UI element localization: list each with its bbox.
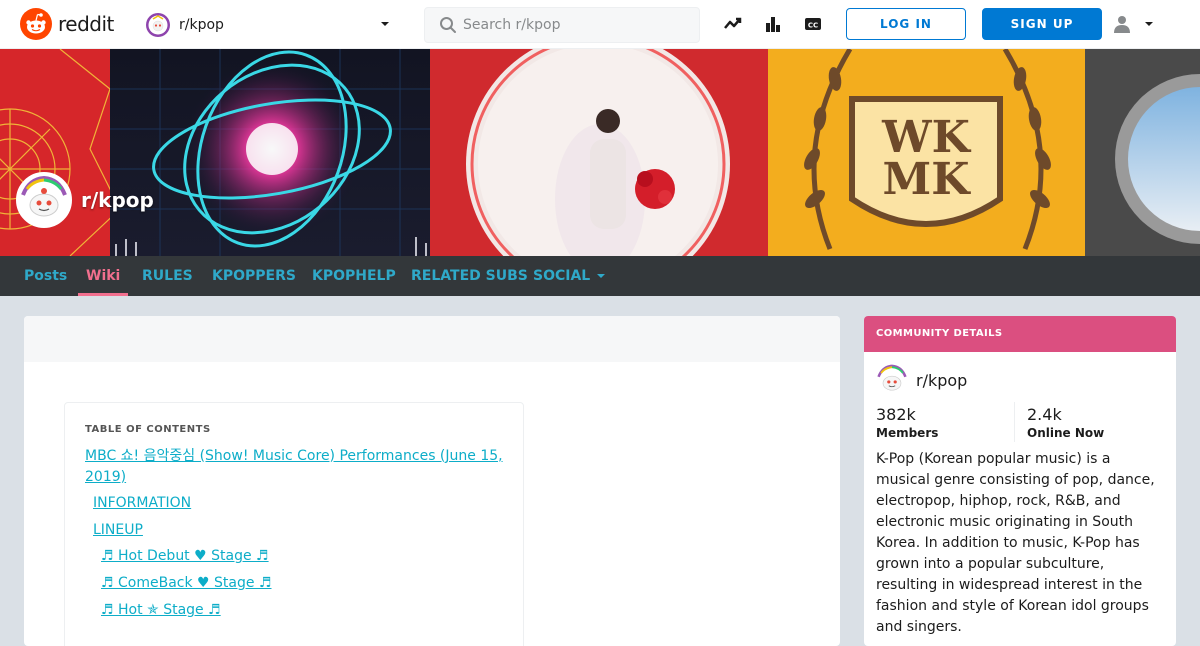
banner-community-title: r/kpop (16, 172, 154, 228)
members-count: 382k (876, 405, 916, 424)
table-of-contents: TABLE OF CONTENTS MBC 쇼! 음악중심 (Show! Mus… (64, 402, 524, 646)
wiki-header-bar (24, 316, 840, 362)
banner-panel-text-2: MK (883, 154, 972, 205)
chevron-down-icon (381, 22, 389, 26)
community-details-header: COMMUNITY DETAILS (864, 316, 1176, 352)
community-description: K-Pop (Korean popular music) is a musica… (876, 451, 1155, 635)
sidebar-community-name: r/kpop (916, 370, 968, 390)
svg-text:CC: CC (808, 22, 818, 30)
nav-tab-social[interactable]: SOCIAL (533, 256, 606, 296)
nav-tab-kpoppers[interactable]: KPOPPERS (212, 256, 296, 296)
nav-tab-kpophelp[interactable]: KPOPHELP (312, 256, 396, 296)
search-icon (440, 17, 456, 33)
popular-icon[interactable] (722, 13, 744, 35)
toc-link-lineup[interactable]: LINEUP (93, 520, 143, 541)
nav-tab-social-label: SOCIAL (533, 268, 591, 284)
community-avatar (16, 172, 72, 228)
community-dropdown-label: r/kpop (179, 17, 224, 33)
reddit-logo[interactable]: reddit (20, 8, 114, 40)
nav-tab-wiki[interactable]: Wiki (77, 256, 129, 296)
chevron-down-icon (1145, 22, 1153, 26)
stat-divider (1014, 402, 1015, 442)
nav-tab-posts[interactable]: Posts (24, 256, 67, 296)
logo-text: reddit (58, 12, 114, 36)
online-label: Online Now (1027, 426, 1105, 440)
sidebar-community[interactable]: r/kpop (876, 364, 967, 396)
toc-link-comeback[interactable]: ♬ ComeBack ♥ Stage ♬ (101, 573, 272, 594)
sidebar-community-avatar (876, 364, 908, 396)
search-bar[interactable] (424, 7, 700, 43)
top-header: reddit r/kpop CC LOG IN SIGN UP (0, 0, 1200, 49)
members-label: Members (876, 426, 939, 440)
nav-tab-related-subs[interactable]: RELATED SUBS (411, 256, 528, 296)
toc-link-hot-debut[interactable]: ♬ Hot Debut ♥ Stage ♬ (101, 546, 269, 567)
search-input[interactable] (463, 17, 683, 33)
online-stat: 2.4k Online Now (1027, 405, 1104, 440)
community-avatar-icon (146, 13, 170, 37)
banner-title: r/kpop (81, 188, 154, 212)
all-icon[interactable] (762, 13, 784, 35)
toc-link-show-music-core[interactable]: MBC 쇼! 음악중심 (Show! Music Core) Performan… (85, 446, 503, 467)
signup-button[interactable]: SIGN UP (982, 8, 1102, 40)
login-button[interactable]: LOG IN (846, 8, 966, 40)
snoo-avatar-icon (876, 364, 908, 396)
caret-down-icon (597, 274, 606, 278)
nav-tab-rules[interactable]: RULES (142, 256, 193, 296)
community-nav: Posts Wiki RULES KPOPPERS KPOPHELP RELAT… (0, 256, 1200, 296)
toc-link-hot-stage[interactable]: ♬ Hot ✯ Stage ♬ (101, 600, 221, 621)
toc-label: TABLE OF CONTENTS (85, 424, 211, 435)
community-banner: WK MK r/kpop (0, 49, 1200, 256)
closed-captions-icon[interactable]: CC (802, 13, 824, 35)
snoo-avatar-icon (19, 175, 69, 225)
user-menu-dropdown[interactable] (1112, 13, 1162, 35)
community-dropdown[interactable]: r/kpop (146, 12, 398, 38)
toc-link-information[interactable]: INFORMATION (93, 493, 191, 514)
community-details-card: COMMUNITY DETAILS r/kpop 382k Members 2.… (864, 316, 1176, 646)
toc-link-show-music-core-cont[interactable]: 2019) (85, 467, 126, 488)
reddit-snoo-icon (20, 8, 52, 40)
online-count: 2.4k (1027, 405, 1062, 424)
wiki-content-card: TABLE OF CONTENTS MBC 쇼! 음악중심 (Show! Mus… (24, 316, 840, 646)
banner-artwork: WK MK (0, 49, 1200, 256)
user-icon (1114, 16, 1130, 33)
members-stat: 382k Members (876, 405, 938, 440)
